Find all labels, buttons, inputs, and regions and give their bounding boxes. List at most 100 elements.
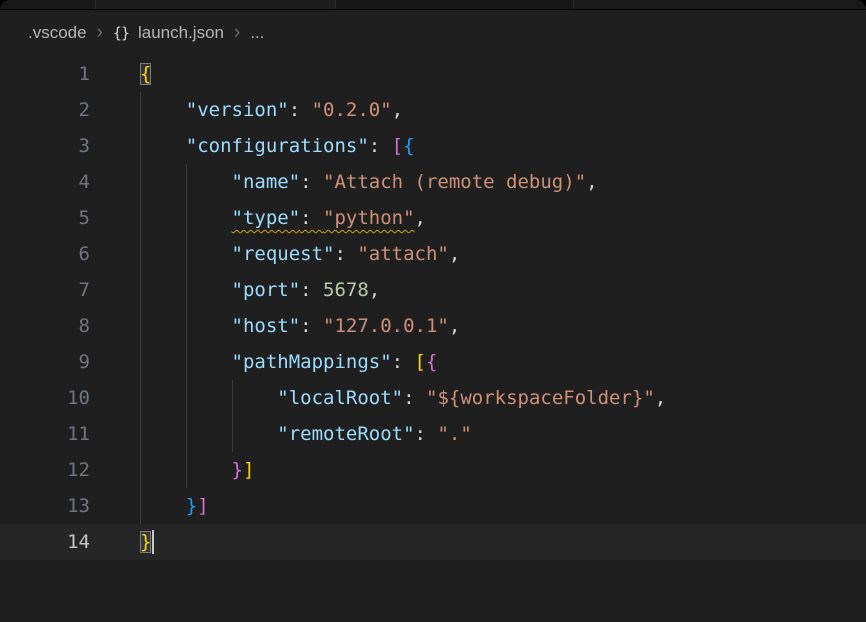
code-token: : — [289, 99, 312, 121]
editor-line[interactable]: 6 "request": "attach", — [0, 236, 866, 272]
json-file-icon: {} — [113, 24, 129, 42]
indent-guide — [140, 128, 141, 164]
text-cursor — [152, 530, 154, 554]
indent-guide — [186, 344, 187, 380]
indent-guide — [232, 416, 233, 452]
code-line: "configurations": [{ — [140, 128, 415, 164]
indent-guide — [186, 380, 187, 416]
code-token: ] — [243, 459, 254, 481]
code-token: [ — [392, 135, 403, 157]
indent-spacer — [140, 439, 277, 440]
tab-strip-segment — [336, 0, 574, 9]
code-token: "type" — [232, 207, 301, 229]
code-line: } — [140, 524, 154, 560]
code-line: "localRoot": "${workspaceFolder}", — [140, 380, 666, 416]
code-token: [ — [415, 351, 426, 373]
code-line: "name": "Attach (remote debug)", — [140, 164, 598, 200]
code-token: "${workspaceFolder}" — [426, 387, 655, 409]
tab-strip-segment — [574, 0, 866, 9]
code-token: } — [232, 459, 243, 481]
titlebar — [0, 0, 866, 10]
indent-guide — [186, 200, 187, 236]
indent-guide — [140, 200, 141, 236]
code-line: }] — [140, 488, 209, 524]
code-token: "attach" — [357, 243, 449, 265]
line-number[interactable]: 6 — [0, 236, 90, 272]
indent-guide — [140, 308, 141, 344]
editor-line[interactable]: 8"host": "127.0.0.1", — [0, 308, 866, 344]
breadcrumb-folder[interactable]: .vscode — [28, 23, 87, 43]
editor-line[interactable]: 5"type": "python", — [0, 200, 866, 236]
line-number[interactable]: 5 — [0, 200, 90, 236]
editor-line[interactable]: 10 "localRoot": "${workspaceFolder}", — [0, 380, 866, 416]
line-number[interactable]: 1 — [0, 56, 90, 92]
editor-line[interactable]: 9 "pathMappings": [{ — [0, 344, 866, 380]
line-number[interactable]: 10 — [0, 380, 90, 416]
code-line: "port": 5678, — [140, 272, 380, 308]
line-number[interactable]: 13 — [0, 488, 90, 524]
indent-guide — [140, 380, 141, 416]
tab-strip-segment — [0, 0, 96, 9]
indent-guide — [140, 452, 141, 488]
line-number[interactable]: 9 — [0, 344, 90, 380]
code-token: "python" — [323, 207, 415, 229]
code-token: "0.2.0" — [312, 99, 392, 121]
editor-line[interactable]: 3 "configurations": [{ — [0, 128, 866, 164]
line-number[interactable]: 3 — [0, 128, 90, 164]
chevron-right-icon: › — [96, 22, 104, 44]
breadcrumb: .vscode › {} launch.json › ... — [0, 10, 866, 56]
editor-line[interactable]: 4 "name": "Attach (remote debug)", — [0, 164, 866, 200]
editor-line[interactable]: 14} — [0, 524, 866, 560]
editor-line[interactable]: 12}] — [0, 452, 866, 488]
code-token: ] — [197, 495, 208, 517]
chevron-right-icon: › — [233, 22, 241, 44]
code-token: : — [392, 351, 415, 373]
line-number[interactable]: 7 — [0, 272, 90, 308]
code-line: "version": "0.2.0", — [140, 92, 403, 128]
editor-lines: 1{2"version": "0.2.0",3"configurations":… — [0, 56, 866, 560]
code-token: "name" — [232, 171, 301, 193]
tab-strip-segment — [96, 0, 336, 9]
editor-line[interactable]: 11"remoteRoot": "." — [0, 416, 866, 452]
editor-line[interactable]: 2 "version": "0.2.0", — [0, 92, 866, 128]
code-token: : — [415, 423, 438, 445]
indent-spacer — [140, 115, 186, 116]
indent-guide — [186, 452, 187, 488]
breadcrumb-symbol-more[interactable]: ... — [250, 23, 264, 43]
indent-guide — [186, 416, 187, 452]
code-line: }] — [140, 452, 254, 488]
editor-line[interactable]: 13}] — [0, 488, 866, 524]
code-token: , — [415, 207, 426, 229]
indent-guide — [140, 164, 141, 200]
code-token: "configurations" — [186, 135, 369, 157]
line-number[interactable]: 2 — [0, 92, 90, 128]
editor-line[interactable]: 1{ — [0, 56, 866, 92]
code-token: "host" — [232, 315, 301, 337]
code-token: , — [586, 171, 597, 193]
code-line: "request": "attach", — [140, 236, 460, 272]
line-number[interactable]: 14 — [0, 524, 90, 560]
code-token: "port" — [232, 279, 301, 301]
code-line: "pathMappings": [{ — [140, 344, 437, 380]
line-number[interactable]: 8 — [0, 308, 90, 344]
editor[interactable]: 1{2"version": "0.2.0",3"configurations":… — [0, 56, 866, 560]
breadcrumb-file[interactable]: launch.json — [138, 23, 224, 43]
code-token: , — [449, 243, 460, 265]
editor-line[interactable]: 7 "port": 5678, — [0, 272, 866, 308]
indent-guide — [140, 488, 141, 524]
code-token: "." — [437, 423, 471, 445]
code-token: } — [186, 495, 197, 517]
code-token: : — [334, 243, 357, 265]
indent-guide — [186, 236, 187, 272]
line-number[interactable]: 4 — [0, 164, 90, 200]
code-token: } — [140, 531, 151, 553]
code-token: : — [369, 135, 392, 157]
line-number[interactable]: 12 — [0, 452, 90, 488]
indent-spacer — [140, 511, 186, 512]
code-token: { — [140, 63, 151, 85]
code-token: "127.0.0.1" — [323, 315, 449, 337]
line-number[interactable]: 11 — [0, 416, 90, 452]
vscode-window: .vscode › {} launch.json › ... 1{2"versi… — [0, 0, 866, 622]
code-token: : — [300, 279, 323, 301]
code-token: "version" — [186, 99, 289, 121]
